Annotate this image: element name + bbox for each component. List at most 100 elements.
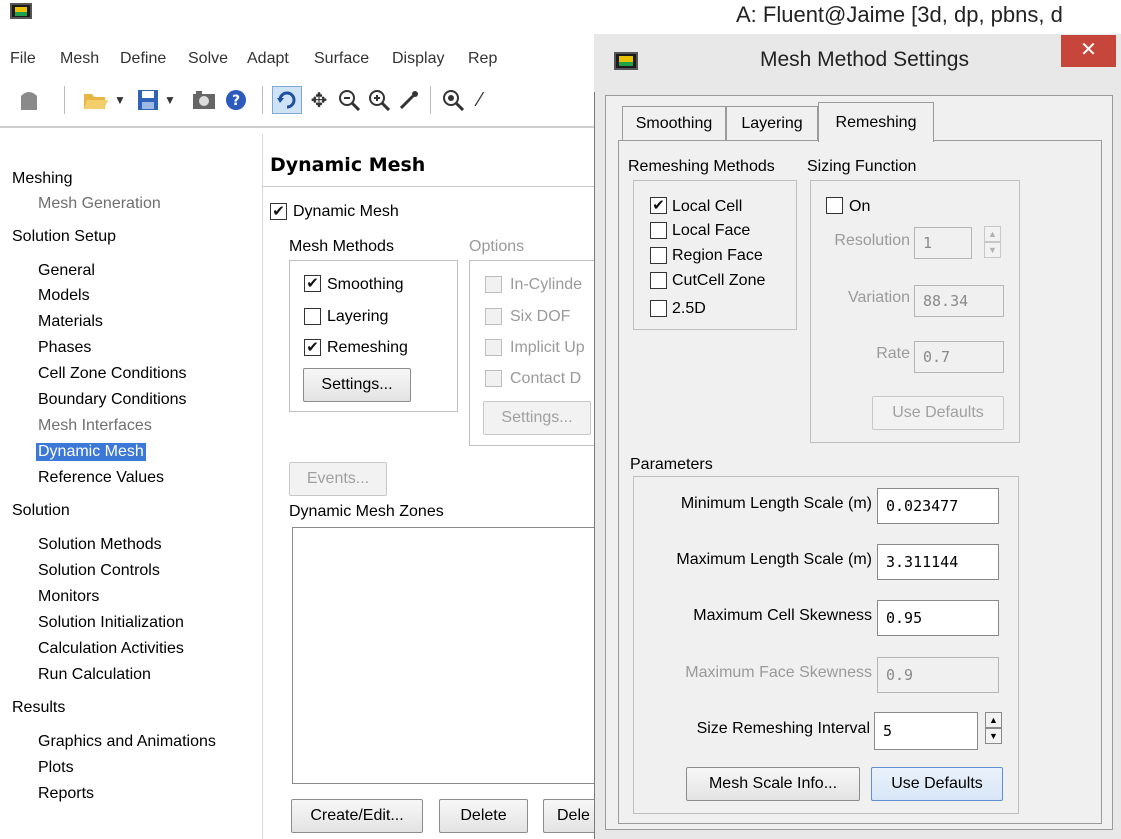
task-page-title: Dynamic Mesh bbox=[270, 154, 426, 176]
nav-solution-controls[interactable]: Solution Controls bbox=[38, 562, 160, 580]
use-defaults-button[interactable]: Use Defaults bbox=[871, 767, 1003, 801]
region-face-label: Region Face bbox=[672, 247, 763, 264]
six-dof-checkbox[interactable] bbox=[485, 308, 502, 325]
close-icon[interactable]: ✕ bbox=[1061, 35, 1116, 67]
tab-layering[interactable]: Layering bbox=[726, 106, 818, 140]
options-label: Options bbox=[469, 238, 525, 255]
rate-label: Rate bbox=[876, 345, 910, 362]
nav-monitors[interactable]: Monitors bbox=[38, 588, 99, 606]
menu-display[interactable]: Display bbox=[392, 50, 444, 68]
dynamic-mesh-checkbox[interactable]: ✔ bbox=[270, 203, 287, 220]
size-remeshing-interval-field[interactable]: 5 bbox=[874, 712, 978, 750]
resolution-field[interactable]: 1 bbox=[914, 227, 972, 259]
tab-remeshing[interactable]: Remeshing bbox=[818, 102, 934, 142]
nav-mesh-generation[interactable]: Mesh Generation bbox=[38, 195, 161, 213]
events-button[interactable]: Events... bbox=[289, 462, 387, 496]
dropdown-arrow-icon[interactable]: ▼ bbox=[114, 86, 126, 114]
contact-detection-checkbox[interactable] bbox=[485, 370, 502, 387]
delete-all-button[interactable]: Dele bbox=[543, 799, 600, 833]
cutcell-zone-checkbox[interactable] bbox=[650, 272, 667, 289]
menu-adapt[interactable]: Adapt bbox=[247, 50, 289, 68]
nav-general[interactable]: General bbox=[38, 262, 95, 280]
nav-reference-values[interactable]: Reference Values bbox=[38, 469, 164, 487]
menu-solve[interactable]: Solve bbox=[188, 50, 228, 68]
fluent-app-icon bbox=[614, 52, 638, 70]
nav-solution-methods[interactable]: Solution Methods bbox=[38, 536, 162, 554]
max-cell-skewness-field[interactable]: 0.95 bbox=[877, 600, 999, 636]
nav-solution[interactable]: Solution bbox=[12, 502, 70, 520]
nav-run-calculation[interactable]: Run Calculation bbox=[38, 666, 151, 684]
nav-cell-zone-conditions[interactable]: Cell Zone Conditions bbox=[38, 365, 187, 383]
min-length-scale-label: Minimum Length Scale (m) bbox=[680, 495, 872, 512]
nav-mesh-interfaces[interactable]: Mesh Interfaces bbox=[38, 417, 152, 435]
menu-file[interactable]: File bbox=[10, 50, 36, 68]
pan-icon[interactable]: ✥ bbox=[306, 86, 332, 114]
implicit-update-checkbox[interactable] bbox=[485, 339, 502, 356]
mesh-scale-info-button[interactable]: Mesh Scale Info... bbox=[686, 767, 860, 801]
local-cell-label: Local Cell bbox=[672, 198, 743, 215]
min-length-scale-field[interactable]: 0.023477 bbox=[877, 488, 999, 524]
dialog-title: Mesh Method Settings bbox=[760, 48, 969, 71]
nav-boundary-conditions[interactable]: Boundary Conditions bbox=[38, 391, 187, 409]
nav-phases[interactable]: Phases bbox=[38, 339, 91, 357]
nav-plots[interactable]: Plots bbox=[38, 759, 74, 777]
spin-down-icon[interactable]: ▼ bbox=[984, 242, 1001, 258]
local-face-label: Local Face bbox=[672, 222, 751, 239]
nav-solution-setup[interactable]: Solution Setup bbox=[12, 228, 116, 246]
region-face-checkbox[interactable] bbox=[650, 247, 667, 264]
options-settings-button[interactable]: Settings... bbox=[483, 401, 591, 435]
dynamic-mesh-zones-list[interactable] bbox=[292, 527, 600, 784]
nav-reports[interactable]: Reports bbox=[38, 785, 94, 803]
delete-button[interactable]: Delete bbox=[439, 799, 528, 833]
nav-meshing[interactable]: Meshing bbox=[12, 170, 72, 188]
menu-reports[interactable]: Rep bbox=[468, 50, 497, 68]
menu-mesh[interactable]: Mesh bbox=[60, 50, 99, 68]
nav-calculation-activities[interactable]: Calculation Activities bbox=[38, 640, 184, 658]
draw-icon[interactable]: ⁄ bbox=[470, 86, 490, 114]
nav-materials[interactable]: Materials bbox=[38, 313, 103, 331]
in-cylinder-checkbox[interactable] bbox=[485, 276, 502, 293]
nav-graphics-and-animations[interactable]: Graphics and Animations bbox=[38, 733, 216, 751]
menu-surface[interactable]: Surface bbox=[314, 50, 369, 68]
mesh-icon[interactable] bbox=[14, 86, 44, 114]
zoom-in-icon[interactable] bbox=[366, 86, 392, 114]
window-title: A: Fluent@Jaime [3d, dp, pbns, d bbox=[736, 2, 1063, 27]
fluent-app-icon[interactable] bbox=[10, 3, 32, 19]
help-icon[interactable]: ? bbox=[222, 86, 250, 114]
spin-up-icon[interactable]: ▲ bbox=[984, 226, 1001, 242]
interval-spinner[interactable]: ▲ ▼ bbox=[985, 712, 1002, 746]
rate-field[interactable]: 0.7 bbox=[914, 341, 1004, 373]
sizing-on-checkbox[interactable] bbox=[826, 197, 843, 214]
parameters-group bbox=[633, 476, 1019, 814]
nav-dynamic-mesh[interactable]: Dynamic Mesh bbox=[36, 443, 146, 461]
remeshing-checkbox[interactable]: ✔ bbox=[304, 339, 321, 356]
menu-define[interactable]: Define bbox=[120, 50, 166, 68]
save-icon[interactable] bbox=[134, 86, 162, 114]
camera-icon[interactable] bbox=[190, 86, 218, 114]
spin-down-icon[interactable]: ▼ bbox=[985, 728, 1002, 744]
nav-models[interactable]: Models bbox=[38, 287, 90, 305]
smoothing-checkbox[interactable]: ✔ bbox=[304, 275, 321, 292]
max-length-scale-field[interactable]: 3.311144 bbox=[877, 544, 999, 580]
open-folder-icon[interactable] bbox=[80, 86, 112, 114]
mesh-methods-settings-button[interactable]: Settings... bbox=[303, 368, 411, 402]
nav-results[interactable]: Results bbox=[12, 699, 65, 717]
2-5d-checkbox[interactable] bbox=[650, 300, 667, 317]
local-face-checkbox[interactable] bbox=[650, 222, 667, 239]
create-edit-button[interactable]: Create/Edit... bbox=[291, 799, 423, 833]
max-face-skewness-field[interactable]: 0.9 bbox=[877, 657, 999, 693]
nav-solution-initialization[interactable]: Solution Initialization bbox=[38, 614, 184, 632]
local-cell-checkbox[interactable]: ✔ bbox=[650, 197, 667, 214]
zoom-to-fit-icon[interactable] bbox=[440, 86, 466, 114]
dropdown-arrow-icon[interactable]: ▼ bbox=[164, 86, 176, 114]
resolution-spinner[interactable]: ▲ ▼ bbox=[984, 226, 1001, 260]
tab-smoothing[interactable]: Smoothing bbox=[622, 106, 726, 140]
spin-up-icon[interactable]: ▲ bbox=[985, 712, 1002, 728]
variation-field[interactable]: 88.34 bbox=[914, 285, 1004, 317]
sizing-use-defaults-button[interactable]: Use Defaults bbox=[872, 396, 1004, 430]
layering-checkbox[interactable] bbox=[304, 308, 321, 325]
max-face-skewness-label: Maximum Face Skewness bbox=[685, 664, 872, 681]
zoom-icon[interactable] bbox=[336, 86, 362, 114]
probe-icon[interactable] bbox=[396, 86, 422, 114]
rotate-icon[interactable] bbox=[272, 86, 302, 114]
